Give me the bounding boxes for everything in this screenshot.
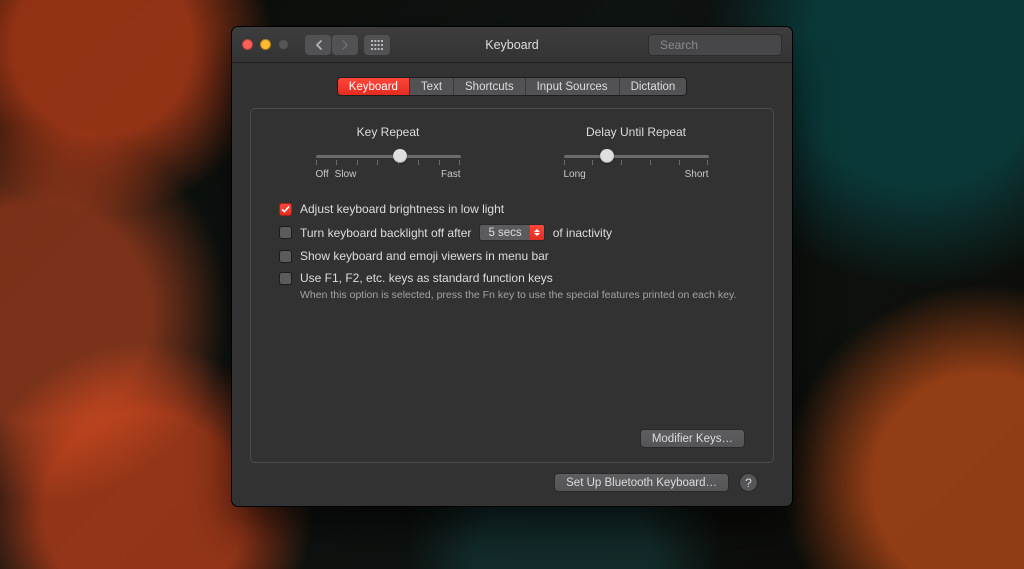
- slider-end-left: Long: [564, 169, 586, 180]
- slider-end-right: Short: [685, 169, 709, 180]
- backlight-delay-popup[interactable]: 5 secs: [479, 224, 544, 241]
- minimize-button[interactable]: [260, 39, 271, 50]
- window-body: Keyboard Text Shortcuts Input Sources Di…: [232, 63, 792, 506]
- stepper-arrows-icon: [530, 225, 544, 240]
- grid-icon: [371, 40, 383, 50]
- key-repeat-label: Key Repeat: [357, 125, 420, 139]
- popup-value: 5 secs: [480, 227, 529, 239]
- forward-button[interactable]: [332, 35, 358, 55]
- titlebar: Keyboard: [232, 27, 792, 63]
- preferences-window: Keyboard Keyboard Text Shortcuts Input S…: [231, 26, 793, 507]
- back-button[interactable]: [305, 35, 331, 55]
- delay-repeat-group: Delay Until Repeat Long Short: [527, 125, 745, 180]
- option-backlight-off[interactable]: Turn keyboard backlight off after 5 secs…: [279, 224, 745, 241]
- sliders-row: Key Repeat OffSlow Fast Delay Until Repe…: [279, 125, 745, 180]
- option-label: Adjust keyboard brightness in low light: [300, 202, 504, 216]
- option-label: Show keyboard and emoji viewers in menu …: [300, 249, 549, 263]
- checkbox[interactable]: [279, 203, 292, 216]
- checkbox[interactable]: [279, 272, 292, 285]
- slider-end-right: Fast: [441, 169, 460, 180]
- slider-end-left: OffSlow: [316, 169, 357, 180]
- option-auto-brightness[interactable]: Adjust keyboard brightness in low light: [279, 202, 745, 216]
- tab-input-sources[interactable]: Input Sources: [526, 78, 620, 95]
- tab-label: Shortcuts: [465, 81, 514, 93]
- search-input[interactable]: [660, 38, 793, 52]
- chevron-right-icon: [342, 40, 349, 50]
- key-repeat-slider[interactable]: OffSlow Fast: [316, 149, 461, 180]
- check-icon: [281, 205, 290, 214]
- modifier-keys-button[interactable]: Modifier Keys…: [640, 429, 745, 448]
- settings-panel: Key Repeat OffSlow Fast Delay Until Repe…: [250, 108, 774, 463]
- show-all-button[interactable]: [364, 35, 390, 55]
- help-icon: ?: [745, 476, 752, 490]
- tab-bar: Keyboard Text Shortcuts Input Sources Di…: [250, 77, 774, 96]
- option-fn-keys[interactable]: Use F1, F2, etc. keys as standard functi…: [279, 271, 745, 285]
- close-button[interactable]: [242, 39, 253, 50]
- search-field[interactable]: [648, 34, 782, 56]
- checkbox[interactable]: [279, 250, 292, 263]
- option-label: Use F1, F2, etc. keys as standard functi…: [300, 271, 553, 285]
- button-label: Set Up Bluetooth Keyboard…: [566, 477, 717, 489]
- option-label-post: of inactivity: [553, 226, 612, 240]
- tab-label: Dictation: [631, 81, 676, 93]
- options-list: Adjust keyboard brightness in low light …: [279, 202, 745, 301]
- button-label: Modifier Keys…: [652, 433, 733, 445]
- tab-shortcuts[interactable]: Shortcuts: [454, 78, 526, 95]
- slider-thumb[interactable]: [393, 149, 407, 163]
- option-label-pre: Turn keyboard backlight off after: [300, 226, 471, 240]
- nav-buttons: [305, 35, 358, 55]
- slider-thumb[interactable]: [600, 149, 614, 163]
- tab-label: Text: [421, 81, 442, 93]
- key-repeat-group: Key Repeat OffSlow Fast: [279, 125, 497, 180]
- zoom-button[interactable]: [278, 39, 289, 50]
- fn-keys-hint: When this option is selected, press the …: [300, 289, 745, 301]
- tab-label: Input Sources: [537, 81, 608, 93]
- panel-footer: Modifier Keys…: [279, 429, 745, 448]
- option-show-viewers[interactable]: Show keyboard and emoji viewers in menu …: [279, 249, 745, 263]
- tab-dictation[interactable]: Dictation: [620, 78, 687, 95]
- tab-label: Keyboard: [349, 81, 398, 93]
- window-footer: Set Up Bluetooth Keyboard… ?: [250, 463, 774, 506]
- bluetooth-keyboard-button[interactable]: Set Up Bluetooth Keyboard…: [554, 473, 729, 492]
- checkbox[interactable]: [279, 226, 292, 239]
- tab-segment: Keyboard Text Shortcuts Input Sources Di…: [337, 77, 688, 96]
- chevron-left-icon: [315, 40, 322, 50]
- traffic-lights: [242, 39, 289, 50]
- delay-repeat-label: Delay Until Repeat: [586, 125, 686, 139]
- tab-text[interactable]: Text: [410, 78, 454, 95]
- tab-keyboard[interactable]: Keyboard: [338, 78, 410, 95]
- help-button[interactable]: ?: [739, 473, 758, 492]
- delay-repeat-slider[interactable]: Long Short: [564, 149, 709, 180]
